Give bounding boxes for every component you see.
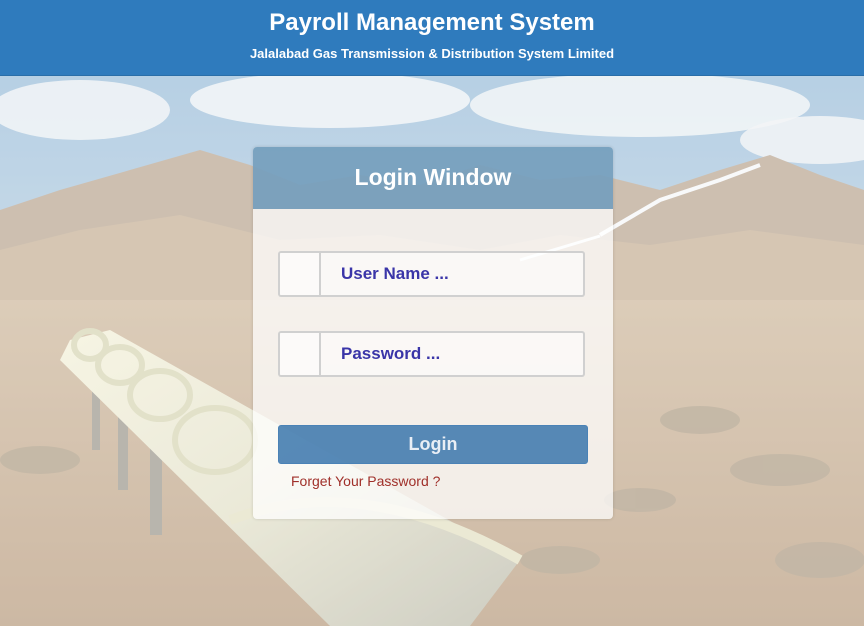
login-window: Login Window Login Forget Your Password … — [253, 147, 613, 519]
login-window-header: Login Window — [253, 147, 613, 209]
user-icon — [280, 253, 321, 295]
company-name: Jalalabad Gas Transmission & Distributio… — [249, 46, 615, 61]
username-input[interactable] — [321, 253, 583, 295]
forgot-password-link[interactable]: Forget Your Password ? — [291, 473, 440, 489]
password-field — [278, 331, 585, 377]
login-window-title: Login Window — [354, 164, 512, 190]
username-field — [278, 251, 585, 297]
login-button[interactable]: Login — [278, 425, 588, 464]
password-input[interactable] — [321, 333, 583, 375]
login-page: Payroll Management System Jalalabad Gas … — [0, 0, 864, 626]
app-header: Payroll Management System Jalalabad Gas … — [0, 0, 864, 76]
lock-icon — [280, 333, 321, 375]
app-title: Payroll Management System — [269, 9, 595, 36]
